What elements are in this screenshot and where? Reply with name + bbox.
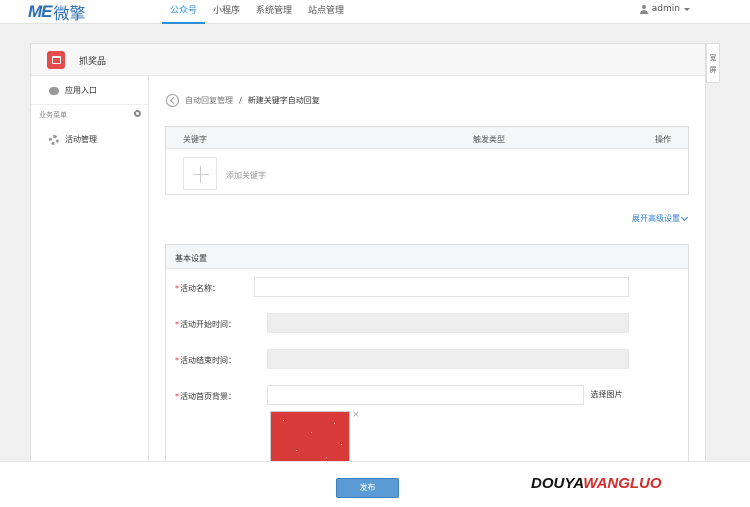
expand-advanced-settings[interactable]: 展开高级设置 (632, 213, 689, 224)
chat-bubble-icon (49, 86, 59, 95)
nav-item-site-management[interactable]: 站点管理 (300, 0, 352, 24)
settings-gear-icon[interactable] (134, 110, 141, 117)
sidebar-item-label: 活动管理 (65, 135, 97, 144)
breadcrumb: 自动回复管理 / 新建关键字自动回复 (166, 94, 320, 107)
column-trigger-type: 触发类型 (473, 135, 505, 144)
activity-name-label: *活动名称： (175, 284, 220, 293)
watermark-part2: WANGLUO (583, 475, 662, 492)
sidebar: 应用入口 业务菜单 活动管理 (31, 76, 149, 472)
nav-item-mini-program[interactable]: 小程序 (205, 0, 248, 24)
end-time-label: *活动结束时间： (175, 356, 236, 365)
background-image-label: *活动首页背景： (175, 392, 236, 401)
user-name: admin (651, 4, 680, 14)
sidebar-item-activity-management[interactable]: 活动管理 (49, 134, 97, 145)
back-arrow-icon[interactable] (166, 94, 179, 107)
add-keyword-button[interactable] (183, 157, 217, 190)
nav-item-system-management[interactable]: 系统管理 (248, 0, 300, 24)
basic-settings-title: 基本设置 (166, 245, 688, 269)
caret-down-icon (684, 7, 690, 11)
column-keyword: 关键字 (183, 135, 207, 144)
logo-mark: ME (28, 2, 52, 21)
breadcrumb-parent[interactable]: 自动回复管理 (185, 95, 233, 106)
publish-button[interactable]: 发布 (336, 478, 399, 498)
end-time-input[interactable] (267, 349, 629, 369)
remove-image-icon[interactable]: × (352, 410, 360, 420)
logo-text: 微擎 (53, 4, 86, 23)
column-actions: 操作 (655, 135, 671, 144)
watermark: DOUYAWANGLUO (531, 475, 662, 492)
keyword-table-header: 关键字 触发类型 操作 (166, 127, 688, 149)
advanced-settings-label: 展开高级设置 (632, 214, 680, 223)
sidebar-item-app-entry[interactable]: 应用入口 (49, 85, 97, 96)
widescreen-toggle[interactable]: 宽屏 (706, 43, 720, 83)
add-keyword-label[interactable]: 添加关键字 (226, 170, 266, 181)
user-menu[interactable]: admin (639, 4, 690, 14)
background-image-input[interactable] (267, 385, 629, 405)
start-time-label: *活动开始时间： (175, 320, 236, 329)
user-icon (639, 4, 648, 14)
watermark-part1: DOUYA (531, 475, 584, 492)
gift-box-icon (47, 51, 65, 69)
top-navbar: ME 微擎 公众号 小程序 系统管理 站点管理 admin (0, 0, 750, 24)
breadcrumb-separator: / (239, 96, 242, 105)
keyword-panel: 关键字 触发类型 操作 添加关键字 (165, 126, 689, 195)
chevron-down-icon (680, 213, 689, 221)
logo[interactable]: ME 微擎 (28, 2, 86, 23)
breadcrumb-current: 新建关键字自动回复 (247, 96, 320, 105)
select-image-button[interactable]: 选择图片 (583, 385, 629, 405)
nav-item-official-account[interactable]: 公众号 (162, 0, 206, 24)
sidebar-divider (31, 104, 149, 105)
activity-name-input[interactable] (254, 277, 629, 297)
footer-bar: 发布 DOUYAWANGLUO (0, 461, 750, 507)
start-time-input[interactable] (267, 313, 629, 333)
module-name: 抓奖品 (79, 57, 107, 67)
module-header: 抓奖品 (31, 44, 705, 76)
gear-icon (49, 134, 59, 145)
basic-settings-panel: 基本设置 *活动名称： *活动开始时间： *活动结束时间： *活动首页背景： 选… (165, 244, 689, 474)
main-nav: 公众号 小程序 系统管理 站点管理 (162, 0, 352, 24)
sidebar-item-label: 应用入口 (65, 86, 97, 95)
sidebar-group-label: 业务菜单 (39, 111, 67, 119)
